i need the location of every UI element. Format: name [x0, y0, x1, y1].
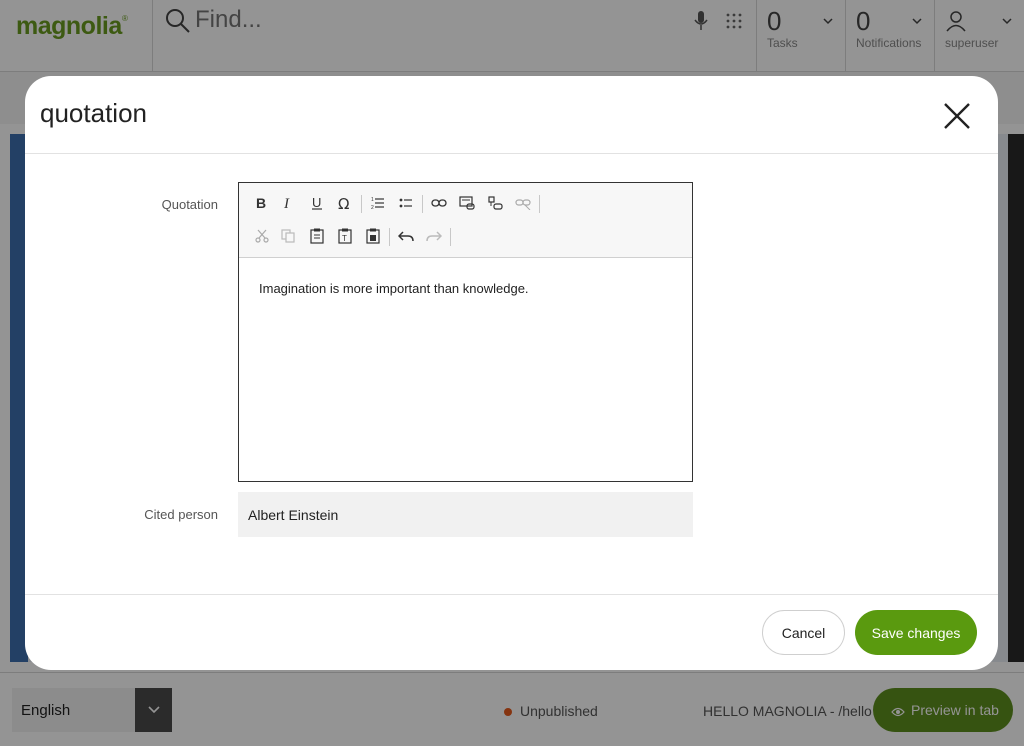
toolbar-separator [422, 195, 423, 213]
paste-text-icon[interactable]: T [334, 225, 356, 247]
svg-text:Ω: Ω [338, 195, 349, 211]
toolbar-separator [389, 228, 390, 246]
unlink-icon[interactable] [512, 192, 534, 214]
cited-person-input[interactable] [238, 492, 693, 537]
internal-link-icon[interactable] [456, 192, 478, 214]
link-icon[interactable] [428, 192, 450, 214]
copy-icon[interactable] [277, 225, 299, 247]
bold-icon[interactable]: B [250, 192, 272, 214]
toolbar-separator [450, 228, 451, 246]
underline-icon[interactable]: U [306, 192, 328, 214]
close-icon [944, 103, 970, 129]
numbered-list-icon[interactable]: 12 [367, 192, 389, 214]
save-changes-button[interactable]: Save changes [855, 610, 977, 655]
toolbar-separator [539, 195, 540, 213]
asset-link-icon[interactable] [484, 192, 506, 214]
paste-icon[interactable] [306, 225, 328, 247]
toolbar-separator [361, 195, 362, 213]
special-char-icon[interactable]: Ω [334, 192, 356, 214]
quotation-rich-text-editor[interactable]: B I U Ω 12 T Imagination is more importa… [238, 182, 693, 482]
svg-text:B: B [256, 196, 266, 210]
rich-text-toolbar: B I U Ω 12 T [239, 183, 692, 258]
bulleted-list-icon[interactable] [395, 192, 417, 214]
cut-icon[interactable] [251, 225, 273, 247]
dialog-footer: Cancel Save changes [25, 594, 998, 670]
paste-word-icon[interactable] [362, 225, 384, 247]
svg-text:1: 1 [371, 197, 374, 203]
dialog-title: quotation [40, 98, 147, 128]
svg-text:2: 2 [371, 205, 374, 210]
svg-text:U: U [312, 196, 321, 210]
italic-icon[interactable]: I [277, 192, 299, 214]
redo-icon[interactable] [423, 225, 445, 247]
close-button[interactable] [939, 98, 975, 134]
undo-icon[interactable] [395, 225, 417, 247]
quotation-text[interactable]: Imagination is more important than knowl… [259, 281, 529, 296]
quotation-dialog: quotation Quotation B I U Ω 12 T Imagina… [25, 76, 998, 670]
quotation-label: Quotation [161, 197, 218, 212]
svg-text:I: I [283, 196, 290, 210]
cited-person-label: Cited person [144, 507, 218, 522]
dialog-header: quotation [25, 76, 998, 154]
svg-text:T: T [342, 234, 347, 243]
cancel-button[interactable]: Cancel [762, 610, 845, 655]
